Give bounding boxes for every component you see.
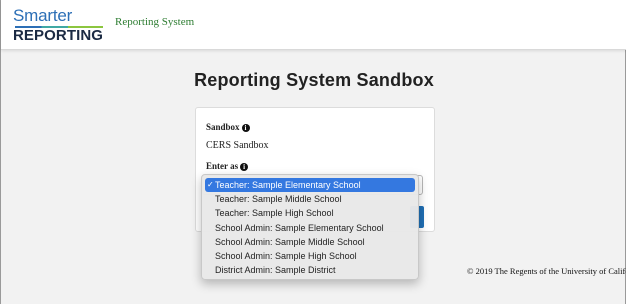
page-title: Reporting System Sandbox xyxy=(194,70,434,90)
option-label: Teacher: Sample Elementary School xyxy=(215,180,361,190)
dropdown-option-district-admin[interactable]: District Admin: Sample District xyxy=(202,263,418,277)
copyright-notice: © 2019 The Regents of the University of … xyxy=(467,266,626,276)
logo-text-top: Smarter xyxy=(13,6,73,25)
option-label: School Admin: Sample Middle School xyxy=(215,236,365,247)
option-label: School Admin: Sample Elementary School xyxy=(215,222,384,233)
enter-as-field-label: Enter as i xyxy=(206,161,249,171)
option-label: School Admin: Sample High School xyxy=(215,251,357,262)
logo-text-bottom: REPORTING xyxy=(13,27,104,44)
info-icon[interactable]: i xyxy=(240,163,249,171)
info-icon[interactable]: i xyxy=(241,124,250,132)
sandbox-label-text: Sandbox xyxy=(206,122,240,132)
dropdown-option-teacher-high[interactable]: Teacher: Sample High School xyxy=(202,206,418,220)
checkmark-icon: ✓ xyxy=(207,180,214,189)
app-header: Smarter REPORTING Reporting System xyxy=(1,0,626,50)
dropdown-option-school-admin-elementary[interactable]: School Admin: Sample Elementary School xyxy=(202,221,418,235)
option-label: Teacher: Sample High School xyxy=(215,208,334,219)
dropdown-option-school-admin-high[interactable]: School Admin: Sample High School xyxy=(202,249,418,263)
enter-as-dropdown-list: ✓ Teacher: Sample Elementary School Teac… xyxy=(201,174,419,280)
option-label: District Admin: Sample District xyxy=(215,265,336,276)
system-title: Reporting System xyxy=(115,16,195,28)
dropdown-option-school-admin-middle[interactable]: School Admin: Sample Middle School xyxy=(202,235,418,249)
smarter-reporting-logo[interactable]: Smarter REPORTING xyxy=(13,6,105,44)
sandbox-value: CERS Sandbox xyxy=(206,140,269,151)
enter-as-label-text: Enter as xyxy=(206,161,239,171)
dropdown-option-teacher-elementary[interactable]: ✓ Teacher: Sample Elementary School xyxy=(205,178,415,192)
sandbox-field-label: Sandbox i xyxy=(206,122,250,132)
option-label: Teacher: Sample Middle School xyxy=(215,194,342,204)
dropdown-option-teacher-middle[interactable]: Teacher: Sample Middle School xyxy=(202,192,418,206)
